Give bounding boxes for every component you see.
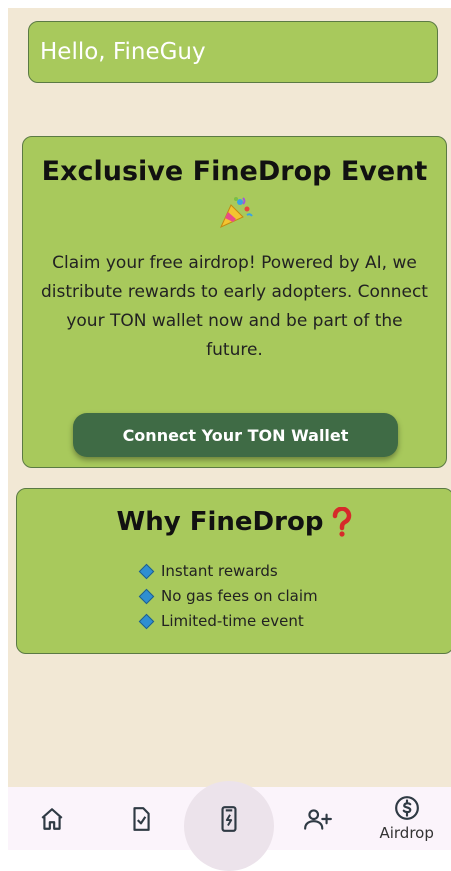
nav-label-airdrop: Airdrop (379, 824, 434, 842)
greeting-banner: Hello, FineGuy (28, 21, 438, 83)
list-item: Instant rewards (138, 559, 451, 584)
add-friend-icon (304, 808, 333, 830)
task-check-icon (133, 806, 150, 831)
mobile-charge-icon (221, 805, 238, 832)
home-icon (41, 807, 63, 830)
list-item: Limited-time event (138, 609, 451, 634)
why-list: Instant rewards No gas fees on claim Lim… (138, 559, 451, 634)
party-popper-icon (219, 197, 253, 229)
bottom-navigation: Airdrop (8, 781, 451, 871)
nav-item-friends[interactable] (274, 787, 363, 850)
nav-item-tasks[interactable] (97, 787, 186, 850)
why-title: Why FineDrop (116, 507, 324, 537)
list-item: No gas fees on claim (138, 584, 451, 609)
event-title: Exclusive FineDrop Event (41, 156, 428, 187)
event-card: Exclusive FineDrop Event Claim your free… (22, 136, 447, 468)
nav-item-home[interactable] (8, 787, 97, 850)
list-item-text: Instant rewards (161, 562, 278, 580)
blue-diamond-icon (138, 588, 155, 605)
list-item-text: No gas fees on claim (161, 587, 318, 605)
nav-item-mine[interactable] (184, 781, 275, 871)
event-description: Claim your free airdrop! Powered by AI, … (41, 253, 428, 360)
dollar-coin-icon (394, 796, 419, 820)
red-question-mark-icon (333, 507, 352, 537)
app-screen: Hello, FineGuy Exclusive FineDrop Event … (8, 8, 451, 871)
connect-wallet-button[interactable]: Connect Your TON Wallet (73, 413, 398, 457)
blue-diamond-icon (138, 613, 155, 630)
list-item-text: Limited-time event (161, 612, 304, 630)
why-heading: Why FineDrop (17, 505, 451, 539)
why-card: Why FineDrop Instant rewards No gas fees… (16, 488, 451, 654)
blue-diamond-icon (138, 563, 155, 580)
greeting-text: Hello, FineGuy (40, 39, 206, 65)
nav-item-airdrop[interactable]: Airdrop (362, 787, 451, 850)
